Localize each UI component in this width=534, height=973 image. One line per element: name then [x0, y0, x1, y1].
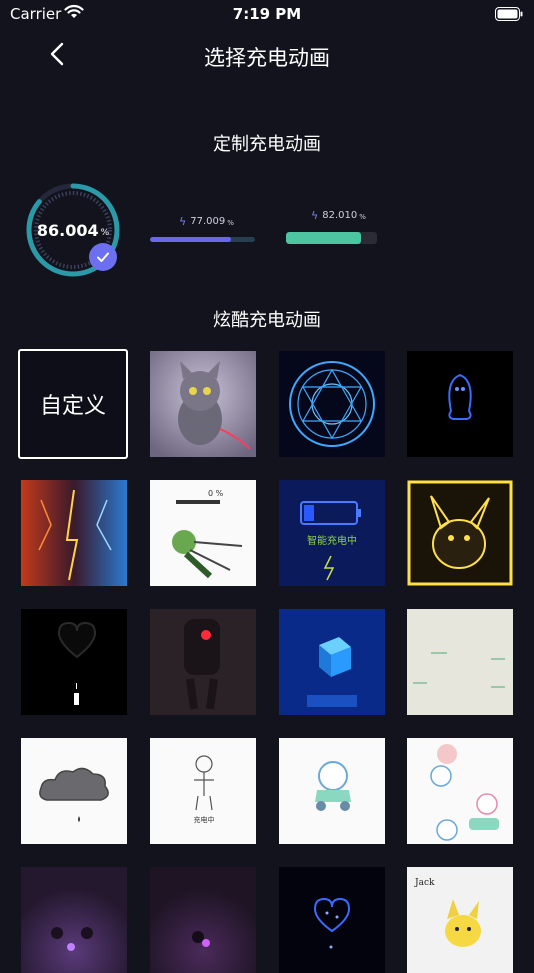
tile-blue-cube[interactable]: [279, 609, 385, 715]
tile-red-eye-robot[interactable]: [150, 609, 256, 715]
tile-cartoon-characters[interactable]: [407, 738, 513, 844]
bar-1-unit: %: [227, 218, 234, 227]
tile-sword-anime[interactable]: 0 %: [150, 480, 256, 586]
status-time: 7:19 PM: [232, 5, 302, 23]
bar-1-value: 77.009: [190, 216, 226, 227]
battery-bar-style-1[interactable]: [150, 237, 255, 242]
bar-1-fill: [150, 237, 231, 242]
tile-neon-penguin[interactable]: [407, 351, 513, 457]
bar-1-label: ϟ 77.009 %: [179, 215, 234, 228]
pikachu-sketch-caption: Jack: [414, 878, 435, 888]
doodle-figure-caption: 充电中: [194, 815, 215, 824]
tile-gray-cat[interactable]: [150, 351, 256, 457]
bar-2-label: ϟ 82.010 %: [311, 209, 366, 222]
status-bar: Carrier 7:19 PM: [0, 0, 534, 28]
bolt-icon: ϟ: [311, 209, 319, 222]
ring-value-number: 86.004: [36, 220, 99, 240]
neon-battery-caption: 智能充电中: [307, 534, 357, 547]
bolt-icon: ϟ: [179, 215, 187, 228]
tile-neon-heart[interactable]: [21, 609, 127, 715]
tile-flash-hero[interactable]: [21, 480, 127, 586]
battery-bar-style-2[interactable]: [286, 232, 377, 244]
tile-blue-magic-circle[interactable]: [279, 351, 385, 457]
tile-dark-room-2[interactable]: [150, 867, 256, 973]
tile-doodle-figure[interactable]: 充电中: [150, 738, 256, 844]
bar-2-value: 82.010: [322, 210, 358, 221]
custom-tile-label: 自定义: [39, 394, 106, 419]
selected-check-icon: [89, 243, 117, 271]
tile-sad-cloud[interactable]: [21, 738, 127, 844]
bar-2-fill: [286, 232, 361, 244]
tile-neon-battery[interactable]: 智能充电中: [279, 480, 385, 586]
tile-glowing-pikachu[interactable]: [407, 480, 513, 586]
tile-cartoon-scooter[interactable]: [279, 738, 385, 844]
custom-animation-tile[interactable]: 自定义: [18, 349, 128, 459]
tile-grass-paper[interactable]: [407, 609, 513, 715]
tile-pikachu-sketch[interactable]: Jack: [407, 867, 513, 973]
ring-value-unit: %: [100, 227, 110, 238]
page-title: 选择充电动画: [204, 46, 330, 70]
bar-2-unit: %: [359, 212, 366, 221]
custom-section-title: 定制充电动画: [213, 134, 321, 155]
svg-text:0 %: 0 %: [208, 489, 224, 498]
tile-dark-room-1[interactable]: [21, 867, 127, 973]
nav-bar: 选择充电动画: [0, 28, 534, 80]
battery-icon: [495, 6, 523, 21]
cool-section-title: 炫酷充电动画: [213, 310, 321, 331]
tile-blue-heart-particles[interactable]: [279, 867, 385, 973]
